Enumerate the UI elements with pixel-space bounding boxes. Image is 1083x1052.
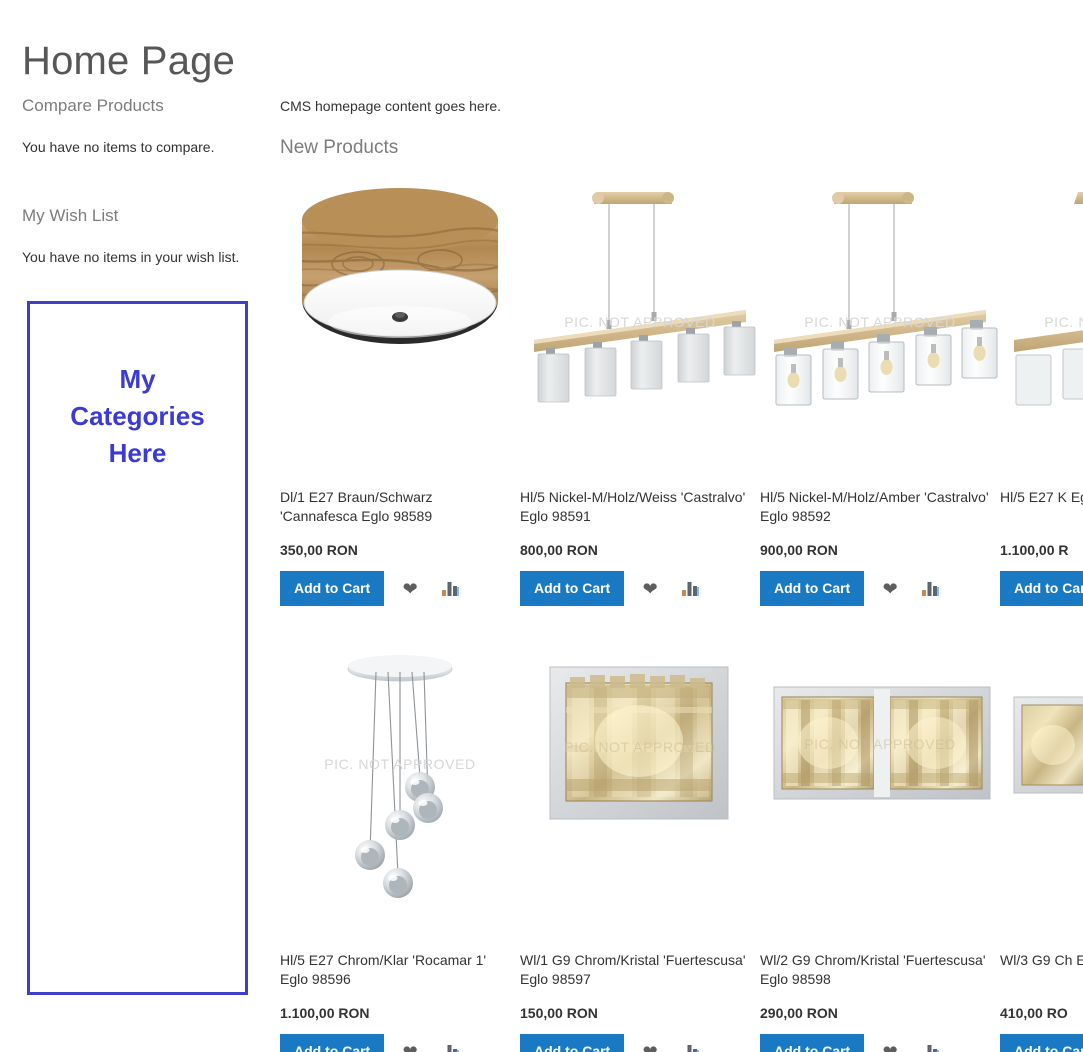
product-card: PIC. NOT APPROVED Hl/5 E27 K Eglo 98595 … <box>1000 172 1083 606</box>
product-name[interactable]: Hl/5 E27 K Eglo 98595 <box>1000 488 1083 528</box>
product-price: 350,00 RON <box>280 542 358 558</box>
product-card: PIC. NOT APPROVED Hl/5 Nickel-M/Holz/Wei… <box>520 172 760 606</box>
add-to-cart-button[interactable]: Add to Cart <box>1000 1034 1083 1052</box>
product-image[interactable]: PIC. NOT APPROVED <box>760 645 1000 935</box>
heart-icon[interactable]: ❤ <box>876 575 904 603</box>
heart-icon[interactable]: ❤ <box>636 1038 664 1052</box>
product-image[interactable]: PIC. NOT APPROVED <box>1000 172 1083 472</box>
product-actions: Add to Cart ❤ <box>280 1034 520 1052</box>
add-to-cart-button[interactable]: Add to Cart <box>520 571 625 606</box>
my-categories-box[interactable]: My Categories Here <box>27 301 248 995</box>
product-image[interactable] <box>1000 645 1083 935</box>
product-image[interactable]: PIC. NOT APPROVED <box>760 172 1000 472</box>
add-to-cart-button[interactable]: Add to Cart <box>520 1034 625 1052</box>
sidebar: Compare Products You have no items to co… <box>22 96 254 308</box>
my-categories-line-3: Here <box>108 437 167 468</box>
product-actions: Add to Cart ❤ <box>1000 571 1083 606</box>
add-to-cart-button[interactable]: Add to Cart <box>760 571 865 606</box>
new-products-grid: Dl/1 E27 Braun/Schwarz 'Cannafesca Eglo … <box>280 172 1083 1052</box>
new-products-title: New Products <box>280 136 399 158</box>
add-to-cart-button[interactable]: Add to Cart <box>280 1034 385 1052</box>
product-name[interactable]: Wl/2 G9 Chrom/Kristal 'Fuertescusa' Eglo… <box>760 951 1000 991</box>
compare-products-title: Compare Products <box>22 96 164 115</box>
page-title: Home Page <box>22 38 236 83</box>
main-content-header: CMS homepage content goes here. New Prod… <box>280 98 1083 160</box>
linear-pendant-icon <box>1014 192 1083 406</box>
product-name[interactable]: Hl/5 Nickel-M/Holz/Amber 'Castralvo' Egl… <box>760 488 1000 528</box>
product-actions: Add to Cart ❤ <box>280 571 520 606</box>
product-name[interactable]: Hl/5 E27 Chrom/Klar 'Rocamar 1' Eglo 985… <box>280 951 520 991</box>
crystal-sconce-1-icon <box>549 666 729 820</box>
wish-list-block: My Wish List You have no items in your w… <box>22 206 254 268</box>
wish-list-empty-text: You have no items in your wish list. <box>22 249 240 266</box>
compare-icon[interactable] <box>916 1038 944 1052</box>
compare-icon[interactable] <box>436 575 464 603</box>
product-row: PIC. NOT APPROVED Hl/5 E27 Chrom/Klar 'R… <box>280 645 1083 1052</box>
heart-icon[interactable]: ❤ <box>636 575 664 603</box>
product-name[interactable]: Dl/1 E27 Braun/Schwarz 'Cannafesca Eglo … <box>280 488 520 528</box>
product-actions: Add to Cart ❤ <box>760 571 1000 606</box>
product-image[interactable]: PIC. NOT APPROVED <box>280 645 520 935</box>
cms-block-text: CMS homepage content goes here. <box>280 98 502 114</box>
product-price: 900,00 RON <box>760 542 838 558</box>
product-actions: Add to Cart ❤ <box>1000 1034 1083 1052</box>
product-name[interactable]: Hl/5 Nickel-M/Holz/Weiss 'Castralvo' Egl… <box>520 488 760 528</box>
product-actions: Add to Cart ❤ <box>520 1034 760 1052</box>
wish-list-title: My Wish List <box>22 205 119 225</box>
add-to-cart-button[interactable]: Add to Cart <box>1000 571 1083 606</box>
product-image[interactable]: PIC. NOT APPROVED <box>520 172 760 472</box>
product-price: 800,00 RON <box>520 542 598 558</box>
compare-icon[interactable] <box>676 1038 704 1052</box>
crystal-sconce-2-icon <box>773 686 991 800</box>
linear-glass-shades-icon <box>774 192 998 406</box>
compare-icon[interactable] <box>916 575 944 603</box>
heart-icon[interactable]: ❤ <box>396 575 424 603</box>
compare-products-empty-text: You have no items to compare. <box>22 139 215 156</box>
drum-wood-ceiling-icon <box>302 188 498 344</box>
compare-icon[interactable] <box>676 575 704 603</box>
product-price: 410,00 RO <box>1000 1005 1068 1021</box>
my-categories-line-2: Categories <box>70 400 205 431</box>
home-page-root: Home Page Compare Products You have no i… <box>0 0 1083 1052</box>
product-price: 1.100,00 RON <box>280 1005 370 1021</box>
product-image[interactable]: PIC. NOT APPROVED <box>520 645 760 935</box>
crystal-sconce-3-icon <box>1013 696 1083 794</box>
product-actions: Add to Cart ❤ <box>760 1034 1000 1052</box>
product-card: PIC. NOT APPROVED Wl/2 G9 Chrom/Kristal … <box>760 645 1000 1052</box>
product-card: Wl/3 G9 Ch Eglo 98599 410,00 RO Add to C… <box>1000 645 1083 1052</box>
product-name[interactable]: Wl/3 G9 Ch Eglo 98599 <box>1000 951 1083 991</box>
product-price: 1.100,00 R <box>1000 542 1069 558</box>
product-image[interactable] <box>280 172 520 472</box>
cascade-chrome-icon <box>347 655 453 898</box>
product-name[interactable]: Wl/1 G9 Chrom/Kristal 'Fuertescusa' Eglo… <box>520 951 760 991</box>
add-to-cart-button[interactable]: Add to Cart <box>280 571 385 606</box>
heart-icon[interactable]: ❤ <box>396 1038 424 1052</box>
product-price: 150,00 RON <box>520 1005 598 1021</box>
product-card: Dl/1 E27 Braun/Schwarz 'Cannafesca Eglo … <box>280 172 520 606</box>
product-row: Dl/1 E27 Braun/Schwarz 'Cannafesca Eglo … <box>280 172 1083 606</box>
product-card: PIC. NOT APPROVED Hl/5 Nickel-M/Holz/Amb… <box>760 172 1000 606</box>
my-categories-line-1: My <box>119 364 156 394</box>
product-card: PIC. NOT APPROVED Wl/1 G9 Chrom/Kristal … <box>520 645 760 1052</box>
compare-icon[interactable] <box>436 1038 464 1052</box>
product-card: PIC. NOT APPROVED Hl/5 E27 Chrom/Klar 'R… <box>280 645 520 1052</box>
compare-products-block: Compare Products You have no items to co… <box>22 96 254 158</box>
linear-white-shades-icon <box>534 192 756 403</box>
heart-icon[interactable]: ❤ <box>876 1038 904 1052</box>
product-price: 290,00 RON <box>760 1005 838 1021</box>
product-actions: Add to Cart ❤ <box>520 571 760 606</box>
add-to-cart-button[interactable]: Add to Cart <box>760 1034 865 1052</box>
